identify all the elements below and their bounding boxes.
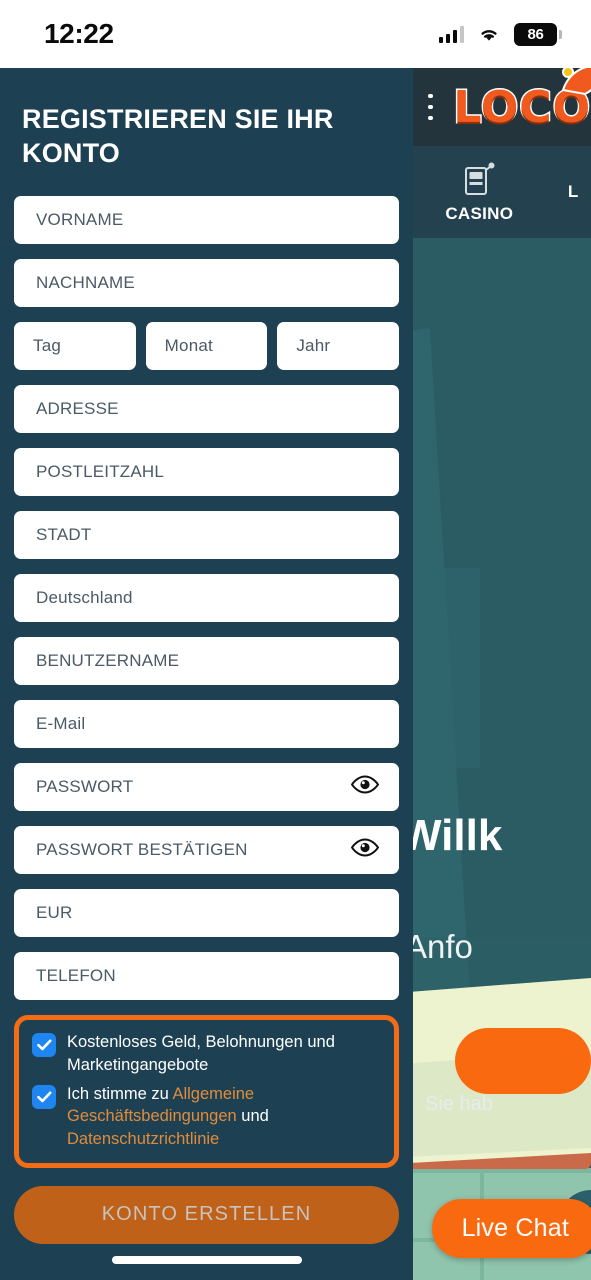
cellular-signal-icon (439, 25, 464, 43)
first-name-input[interactable]: VORNAME (14, 196, 399, 245)
nav-tab-live[interactable]: L (556, 182, 591, 202)
eye-icon[interactable] (350, 775, 380, 799)
terms-consent-row[interactable]: Ich stimme zu Allgemeine Geschäftsbeding… (32, 1083, 381, 1151)
check-icon (36, 1091, 51, 1102)
nav-tab-label: L (567, 182, 579, 201)
live-chat-button[interactable]: Live Chat (431, 1199, 591, 1258)
page-title: REGISTRIEREN SIE IHR KONTO (22, 104, 334, 169)
consent-box: Kostenloses Geld, Belohnungen und Market… (14, 1015, 399, 1168)
svg-text:Willk: Willk (400, 811, 503, 860)
email-input[interactable]: E-Mail (14, 700, 399, 749)
svg-text:Anfo: Anfo (405, 928, 473, 965)
postal-code-input[interactable]: POSTLEITZAHL (14, 448, 399, 497)
input-placeholder: TELEFON (36, 966, 116, 986)
last-name-input[interactable]: NACHNAME (14, 259, 399, 308)
create-account-button[interactable]: KONTO ERSTELLEN (14, 1185, 399, 1244)
status-bar-icons: 86 (439, 22, 562, 46)
eye-icon[interactable] (350, 838, 380, 862)
birth-year-select[interactable]: Jahr (277, 322, 400, 371)
birth-day-select[interactable]: Tag (14, 322, 136, 371)
home-indicator (111, 1256, 302, 1264)
password-confirm-input[interactable]: PASSWORT BESTÄTIGEN (14, 826, 399, 875)
battery-level-label: 86 (527, 25, 544, 43)
input-placeholder: PASSWORT (36, 777, 134, 797)
battery-icon: 86 (514, 22, 562, 46)
address-input[interactable]: ADRESSE (14, 385, 399, 434)
password-input[interactable]: PASSWORT (14, 763, 399, 812)
terms-middle: und (236, 1107, 269, 1126)
input-placeholder: VORNAME (36, 210, 124, 230)
currency-select[interactable]: EUR (14, 889, 399, 938)
slot-machine-icon (465, 162, 495, 195)
terms-checkbox[interactable] (32, 1084, 56, 1109)
country-select[interactable]: Deutschland (14, 574, 399, 623)
input-placeholder: POSTLEITZAHL (36, 462, 165, 482)
select-value: Monat (164, 336, 213, 356)
hamburger-menu-icon[interactable] (428, 94, 434, 120)
nav-tab-casino[interactable]: CASINO (415, 161, 544, 224)
username-input[interactable]: BENUTZERNAME (14, 637, 399, 686)
birthdate-row: Tag Monat Jahr (14, 322, 400, 371)
input-placeholder: ADRESSE (36, 399, 119, 419)
birth-month-select[interactable]: Monat (145, 322, 268, 371)
privacy-policy-link[interactable]: Datenschutzrichtlinie (67, 1130, 219, 1148)
wifi-icon (481, 30, 497, 41)
marketing-consent-row[interactable]: Kostenloses Geld, Belohnungen und Market… (32, 1031, 381, 1077)
registration-modal: REGISTRIEREN SIE IHR KONTO VORNAME NACHN… (0, 68, 413, 1280)
select-value: Jahr (296, 336, 331, 356)
jester-hat-icon (561, 68, 591, 95)
site-logo[interactable]: LOCO (452, 68, 591, 134)
input-placeholder: E-Mail (36, 714, 86, 734)
input-placeholder: BENUTZERNAME (36, 651, 180, 671)
select-value: EUR (36, 903, 73, 923)
nav-tab-label: CASINO (445, 203, 514, 223)
select-value: Deutschland (36, 588, 133, 608)
input-placeholder: PASSWORT BESTÄTIGEN (36, 840, 248, 860)
phone-screen: 12:22 86 LOCO CASINO L Willk Anfo Sie ha… (0, 0, 591, 1280)
input-placeholder: NACHNAME (36, 273, 135, 293)
phone-input[interactable]: TELEFON (14, 952, 399, 1001)
input-placeholder: STADT (36, 525, 92, 545)
marketing-consent-label: Kostenloses Geld, Belohnungen und Market… (67, 1033, 335, 1074)
check-icon (36, 1039, 51, 1051)
marketing-checkbox[interactable] (32, 1033, 56, 1058)
terms-prefix: Ich stimme zu (67, 1084, 173, 1103)
svg-text:Sie hab: Sie hab (425, 1093, 493, 1115)
select-value: Tag (33, 336, 62, 356)
status-bar: 12:22 86 (0, 0, 591, 68)
terms-consent-label: Ich stimme zu Allgemeine Geschäftsbeding… (67, 1083, 381, 1151)
status-bar-clock: 12:22 (44, 18, 114, 49)
city-input[interactable]: STADT (14, 511, 399, 560)
